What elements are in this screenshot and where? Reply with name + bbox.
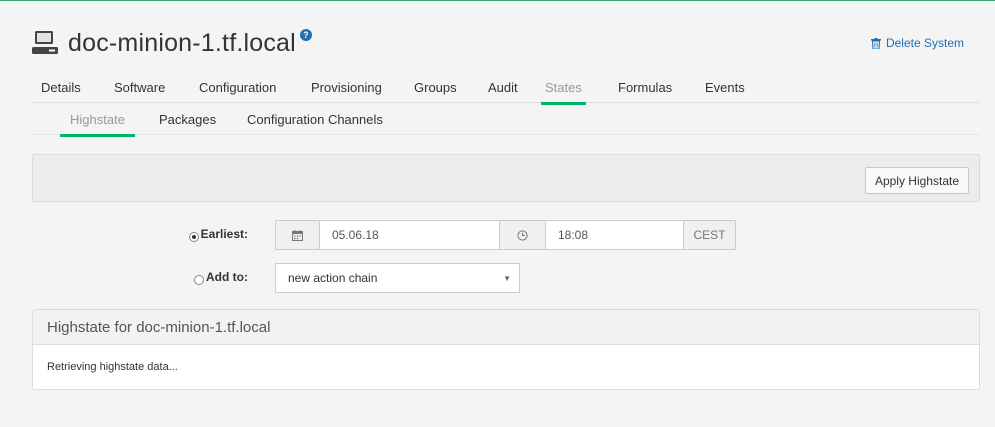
delete-system-button[interactable]: Delete System [870,36,964,50]
tab-audit[interactable]: Audit [488,80,518,103]
tab-configuration[interactable]: Configuration [199,80,276,103]
add-to-label: Add to: [206,270,248,284]
action-chain-value: new action chain [288,271,378,285]
subtab-highstate[interactable]: Highstate [60,112,135,137]
calendar-addon[interactable] [275,220,320,250]
delete-system-label: Delete System [885,36,964,50]
tab-provisioning[interactable]: Provisioning [311,80,382,103]
tab-states[interactable]: States [541,80,586,105]
action-toolbar: Apply Highstate [32,154,980,202]
earliest-radio[interactable] [188,232,199,242]
earliest-row: Earliest: 05.06.18 18:08 CEST [0,220,995,250]
highstate-panel: Highstate for doc-minion-1.tf.local Retr… [32,309,980,390]
tab-events[interactable]: Events [705,80,745,103]
tab-formulas[interactable]: Formulas [618,80,672,103]
page-title: doc-minion-1.tf.local [68,28,296,57]
time-input[interactable]: 18:08 [545,220,684,250]
top-accent-line [0,0,995,1]
earliest-radio-label[interactable]: Earliest: [188,227,248,242]
clock-addon[interactable] [499,220,546,250]
chevron-down-icon: ▼ [503,274,511,283]
timezone-addon: CEST [683,220,736,250]
subtab-configuration-channels[interactable]: Configuration Channels [247,112,383,135]
page-header: doc-minion-1.tf.local ? [32,26,312,60]
clock-icon [517,229,528,241]
add-to-radio-label[interactable]: Add to: [194,270,248,285]
question-circle-icon[interactable]: ? [299,29,312,41]
tab-details[interactable]: Details [41,80,81,103]
panel-body: Retrieving highstate data... [47,361,178,373]
add-to-radio[interactable] [194,275,205,285]
panel-heading: Highstate for doc-minion-1.tf.local [33,310,979,345]
action-chain-select[interactable]: new action chain ▼ [275,263,520,293]
apply-highstate-button[interactable]: Apply Highstate [864,167,969,194]
system-icon [32,31,58,54]
date-input[interactable]: 05.06.18 [319,220,500,250]
sub-tabs: Highstate Packages Configuration Channel… [32,112,980,137]
calendar-icon [292,229,303,241]
subtab-packages[interactable]: Packages [159,112,216,135]
add-to-row: Add to: new action chain ▼ [0,263,995,293]
tab-software[interactable]: Software [114,80,165,103]
tab-groups[interactable]: Groups [414,80,457,103]
trash-icon [870,37,881,49]
main-tabs: Details Software Configuration Provision… [32,80,980,105]
earliest-label: Earliest: [200,227,248,241]
